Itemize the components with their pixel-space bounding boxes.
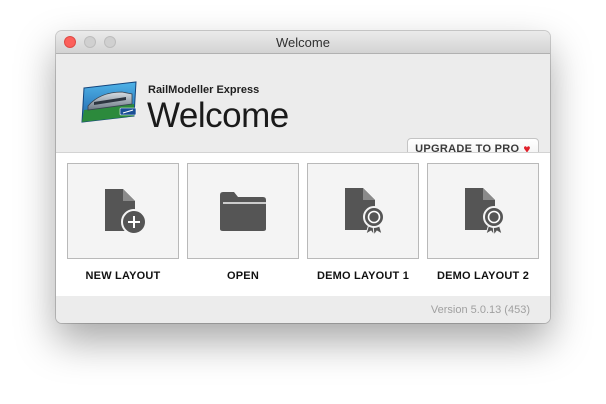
demo-layout-1-tile[interactable]: DEMO LAYOUT 1 [307, 163, 419, 282]
demo-layout-1-label: DEMO LAYOUT 1 [316, 270, 410, 282]
demo-document-badge-icon [465, 188, 505, 236]
demo-document-badge-icon [345, 188, 385, 236]
demo-layout-2-tile[interactable]: DEMO LAYOUT 2 [427, 163, 539, 282]
demo-layout-2-button[interactable] [427, 163, 539, 259]
new-document-icon [105, 189, 147, 235]
welcome-window: Welcome RailModeller Express Welcome UPG… [56, 31, 550, 323]
version-label: Version 5.0.13 (453) [430, 304, 530, 316]
open-label: OPEN [227, 270, 259, 282]
demo-layout-2-label: DEMO LAYOUT 2 [436, 270, 530, 282]
page-title: Welcome [147, 96, 289, 135]
product-name: RailModeller Express [148, 84, 260, 96]
open-button[interactable] [187, 163, 299, 259]
new-layout-tile[interactable]: NEW LAYOUT [67, 163, 179, 282]
title-bar[interactable]: Welcome [56, 31, 550, 54]
window-title: Welcome [276, 35, 330, 50]
new-layout-button[interactable] [67, 163, 179, 259]
footer: Version 5.0.13 (453) [56, 296, 550, 323]
action-tiles: NEW LAYOUT OPEN DEMO LAYOUT 1 DEMO LAYOU… [56, 152, 550, 297]
new-layout-label: NEW LAYOUT [85, 270, 161, 282]
open-tile[interactable]: OPEN [187, 163, 299, 282]
folder-icon [220, 192, 266, 231]
demo-layout-1-button[interactable] [307, 163, 419, 259]
railmodeller-express-logo-icon [81, 81, 137, 123]
